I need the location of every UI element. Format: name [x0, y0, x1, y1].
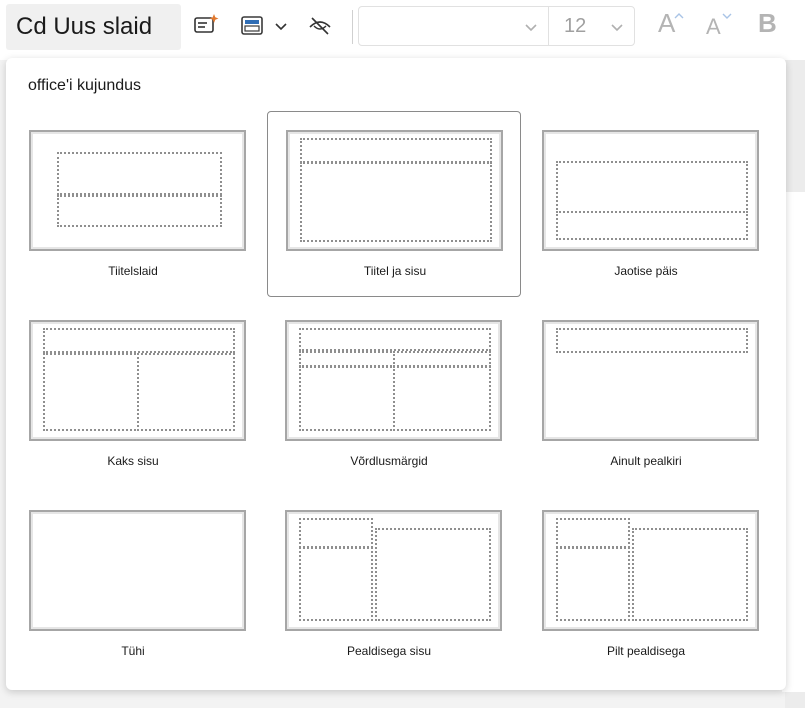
- hide-slide-icon[interactable]: [304, 11, 336, 41]
- layout-tile-comparison[interactable]: Võrdlusmärgid: [262, 302, 516, 488]
- caret-down-icon: [722, 13, 732, 19]
- left-content-placeholder: [299, 366, 395, 431]
- bold-letter: B: [758, 8, 777, 38]
- layout-thumbnail: [29, 320, 246, 441]
- new-slide-label: Cd Uus slaid: [16, 13, 153, 40]
- chevron-down-icon[interactable]: [270, 11, 292, 41]
- layout-thumbnail: [542, 130, 759, 251]
- caption-placeholder: [299, 547, 373, 621]
- content-placeholder: [300, 162, 492, 242]
- right-heading-placeholder: [393, 351, 491, 367]
- title-placeholder: [57, 152, 222, 195]
- layout-thumbnail: [542, 510, 759, 631]
- layout-label: Tiitel ja sisu: [363, 264, 427, 278]
- layout-thumbnail: [29, 510, 246, 631]
- new-slide-button[interactable]: Cd Uus slaid: [6, 4, 181, 50]
- layout-gallery-panel: office'i kujundus Tiitelslaid Tiitel ja …: [6, 58, 786, 690]
- bold-button[interactable]: B: [756, 0, 786, 50]
- designer-icon[interactable]: [190, 11, 222, 41]
- caret-up-icon: [674, 13, 684, 19]
- grow-font-button[interactable]: A: [656, 0, 690, 50]
- font-name-dropdown[interactable]: [359, 7, 549, 45]
- layout-tile-title-content[interactable]: Tiitel ja sisu: [267, 111, 521, 297]
- layout-label: Võrdlusmärgid: [350, 454, 428, 468]
- layout-thumbnail: [286, 130, 503, 251]
- layout-tile-blank[interactable]: Tühi: [6, 492, 260, 678]
- right-content-placeholder: [137, 353, 235, 431]
- picture-placeholder: [632, 528, 748, 621]
- title-placeholder: [556, 328, 748, 353]
- layout-tile-title-only[interactable]: Ainult pealkiri: [519, 302, 773, 488]
- content-placeholder: [375, 528, 491, 621]
- layout-thumbnail: [285, 320, 502, 441]
- title-placeholder: [300, 138, 492, 163]
- section-title: office'i kujundus: [28, 77, 142, 94]
- layout-thumbnail: [29, 130, 246, 251]
- layout-label: Kaks sisu: [107, 454, 159, 468]
- layout-thumbnail: [542, 320, 759, 441]
- layout-label: Jaotise päis: [614, 264, 678, 278]
- layout-tile-content-caption[interactable]: Pealdisega sisu: [262, 492, 516, 678]
- layout-tile-title-slide[interactable]: Tiitelslaid: [6, 112, 260, 298]
- ribbon-toolbar: Cd Uus slaid 12 A A B: [0, 0, 805, 60]
- chevron-down-icon: [525, 24, 537, 32]
- title-placeholder: [43, 328, 235, 353]
- left-content-placeholder: [43, 353, 139, 431]
- layout-label: Pilt pealdisega: [606, 644, 686, 658]
- chevron-down-icon[interactable]: [609, 19, 625, 35]
- layout-label: Pealdisega sisu: [346, 644, 432, 658]
- font-picker-group: 12: [358, 6, 635, 46]
- layout-tile-two-content[interactable]: Kaks sisu: [6, 302, 260, 488]
- title-placeholder: [299, 328, 491, 351]
- toolbar-separator: [352, 10, 353, 44]
- caption-placeholder: [556, 547, 630, 621]
- grow-font-letter: A: [658, 8, 676, 38]
- font-size-value[interactable]: 12: [564, 15, 586, 38]
- title-placeholder: [556, 161, 748, 213]
- layout-icon[interactable]: [236, 11, 268, 41]
- shrink-font-letter: A: [706, 14, 721, 39]
- title-placeholder: [556, 518, 630, 548]
- left-heading-placeholder: [299, 351, 395, 367]
- subtitle-placeholder: [57, 195, 222, 227]
- layout-label: Ainult pealkiri: [610, 454, 682, 468]
- layout-label: Tühi: [121, 644, 145, 658]
- layout-tile-picture-caption[interactable]: Pilt pealdisega: [519, 492, 773, 678]
- shrink-font-button[interactable]: A: [704, 0, 738, 50]
- layout-thumbnail: [285, 510, 502, 631]
- title-placeholder: [299, 518, 373, 548]
- layout-tile-section-header[interactable]: Jaotise päis: [519, 112, 773, 298]
- right-content-placeholder: [393, 366, 491, 431]
- layout-label: Tiitelslaid: [108, 264, 158, 278]
- text-placeholder: [556, 211, 748, 240]
